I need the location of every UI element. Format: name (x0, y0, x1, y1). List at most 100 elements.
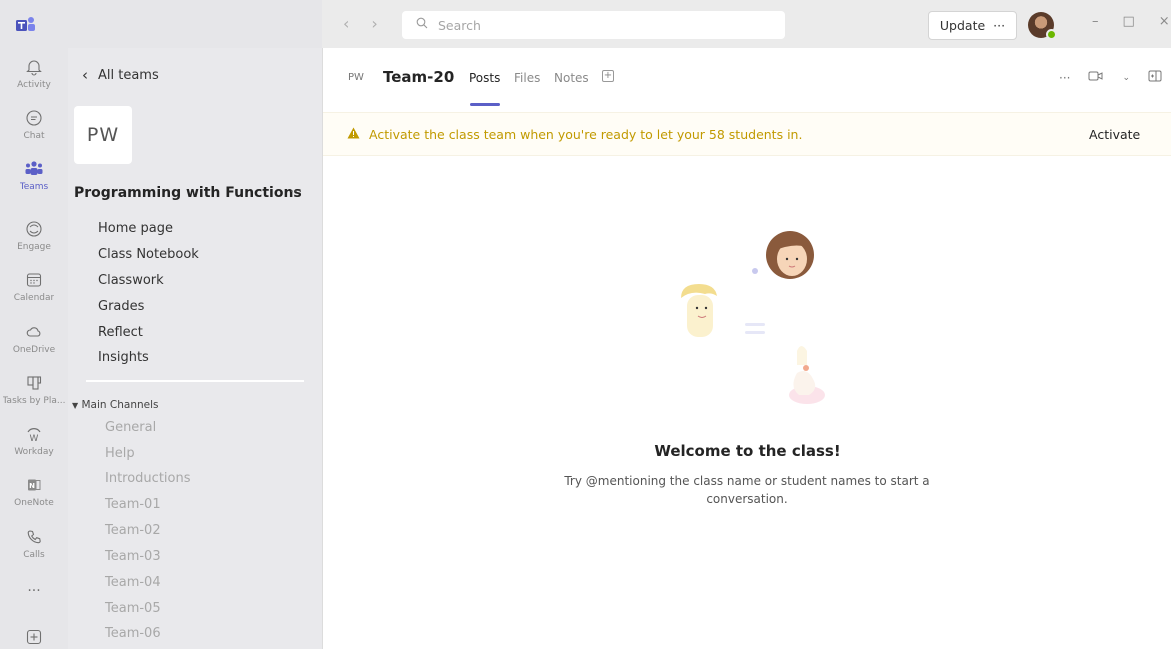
channel-item[interactable]: Team-06 (105, 626, 161, 641)
open-panel-icon[interactable] (1148, 70, 1162, 85)
rail-item-calendar[interactable]: Calendar (0, 261, 68, 311)
phone-icon (24, 527, 44, 547)
maximize-icon[interactable]: □ (1123, 14, 1135, 29)
welcome-subtitle: Try @mentioning the class name or studen… (564, 474, 930, 506)
more-icon: ··· (993, 18, 1006, 33)
rail-item-teams[interactable]: Teams (0, 150, 68, 200)
tab-posts[interactable]: Posts (469, 71, 500, 85)
chevron-right-icon[interactable]: › (371, 14, 377, 33)
menu-item-home-page[interactable]: Home page (98, 221, 173, 236)
activate-button[interactable]: Activate (1089, 127, 1140, 142)
rail-item-label: Calendar (13, 292, 55, 303)
update-button[interactable]: Update ··· (928, 11, 1017, 40)
channel-item[interactable]: Team-02 (105, 523, 161, 538)
svg-text:W: W (30, 434, 39, 443)
chat-icon (24, 108, 44, 128)
svg-text:N: N (29, 482, 35, 490)
rail-item-onedrive[interactable]: OneDrive (0, 313, 68, 363)
calendar-icon (24, 270, 44, 290)
channels-header[interactable]: ▼ Main Channels (72, 399, 158, 411)
rail-item-label: Tasks by Pla... (2, 395, 66, 406)
more-icon: ··· (27, 583, 41, 599)
channels-header-label: Main Channels (81, 399, 159, 411)
channel-item[interactable]: Team-04 (105, 575, 161, 590)
title-bar: ‹ › Update ··· – □ × (0, 0, 1171, 48)
rail-item-label: Activity (17, 79, 51, 90)
search-icon (416, 17, 428, 33)
rail-add-apps[interactable] (0, 612, 68, 649)
add-tab-icon[interactable]: + (602, 70, 614, 82)
app-rail: Activity Chat Teams Engage Calendar OneD… (0, 48, 68, 649)
rail-item-label: OneDrive (12, 344, 56, 355)
cloud-icon (24, 322, 44, 342)
channel-item[interactable]: Team-03 (105, 549, 161, 564)
rail-item-engage[interactable]: Engage (0, 210, 68, 260)
rail-item-chat[interactable]: Chat (0, 99, 68, 149)
menu-item-class-notebook[interactable]: Class Notebook (98, 247, 199, 262)
rail-item-label: Workday (14, 446, 54, 457)
active-tab-indicator (470, 103, 500, 106)
teams-icon (24, 159, 44, 179)
activation-banner: Activate the class team when you're read… (323, 112, 1171, 156)
onenote-icon: N (24, 475, 44, 495)
search-box[interactable] (402, 11, 785, 39)
menu-item-grades[interactable]: Grades (98, 299, 144, 314)
more-icon[interactable]: ··· (1059, 71, 1070, 85)
menu-item-classwork[interactable]: Classwork (98, 273, 164, 288)
engage-icon (24, 219, 44, 239)
rail-item-tasks[interactable]: Tasks by Pla... (0, 364, 68, 414)
rail-item-label: Teams (19, 181, 49, 192)
divider (86, 380, 304, 382)
rail-item-activity[interactable]: Activity (0, 48, 68, 98)
tab-files[interactable]: Files (514, 71, 540, 85)
channel-header: PW Team-20 Posts Files Notes + ··· ⌄ (323, 48, 1171, 108)
bell-icon (24, 57, 44, 77)
team-abbreviation: PW (348, 72, 364, 83)
workday-icon: W (24, 424, 44, 444)
planner-icon (24, 373, 44, 393)
tab-notes[interactable]: Notes (554, 71, 589, 85)
banner-message: Activate the class team when you're read… (369, 127, 803, 142)
rail-item-label: Engage (17, 241, 51, 252)
chevron-down-icon[interactable]: ⌄ (1122, 73, 1130, 83)
rail-item-label: Calls (23, 549, 45, 560)
all-teams-link[interactable]: ‹ All teams (82, 66, 159, 84)
rail-item-workday[interactable]: W Workday (0, 415, 68, 465)
rail-item-calls[interactable]: Calls (0, 518, 68, 568)
video-call-icon[interactable] (1088, 70, 1104, 85)
close-icon[interactable]: × (1159, 14, 1170, 29)
window-controls: – □ × (1092, 14, 1170, 29)
menu-item-reflect[interactable]: Reflect (98, 325, 143, 340)
team-panel: ‹ All teams PW Programming with Function… (68, 48, 322, 649)
all-teams-label: All teams (98, 67, 159, 83)
rail-item-label: Chat (23, 130, 45, 141)
team-avatar: PW (74, 106, 132, 164)
presence-available-icon (1046, 29, 1057, 40)
channel-view: PW Team-20 Posts Files Notes + ··· ⌄ Act… (322, 48, 1171, 649)
channel-item[interactable]: General (105, 420, 156, 435)
welcome-title: Welcome to the class! (654, 442, 841, 460)
chevron-left-icon[interactable]: ‹ (343, 14, 349, 33)
caret-down-icon: ▼ (72, 401, 79, 410)
channel-item[interactable]: Team-01 (105, 497, 161, 512)
chevron-left-icon: ‹ (82, 66, 88, 84)
channel-item[interactable]: Introductions (105, 471, 191, 486)
rail-item-onenote[interactable]: N OneNote (0, 466, 68, 516)
search-input[interactable] (438, 17, 758, 33)
menu-item-insights[interactable]: Insights (98, 350, 149, 365)
rail-more-apps[interactable]: ··· (0, 566, 68, 616)
history-nav: ‹ › (343, 14, 378, 33)
channel-title: Team-20 (383, 68, 455, 86)
plus-icon (24, 627, 44, 647)
teams-logo-icon (16, 16, 36, 32)
rail-item-label: OneNote (14, 497, 54, 508)
title-bar-left-zone (0, 0, 322, 48)
avatar[interactable] (1028, 12, 1057, 40)
warning-icon (347, 127, 360, 143)
welcome-illustration (669, 223, 839, 413)
team-more-icon[interactable]: ··· (290, 185, 302, 200)
channel-item[interactable]: Help (105, 446, 135, 461)
team-name: Programming with Functions (74, 185, 302, 201)
minimize-icon[interactable]: – (1092, 14, 1099, 29)
channel-item[interactable]: Team-05 (105, 601, 161, 616)
